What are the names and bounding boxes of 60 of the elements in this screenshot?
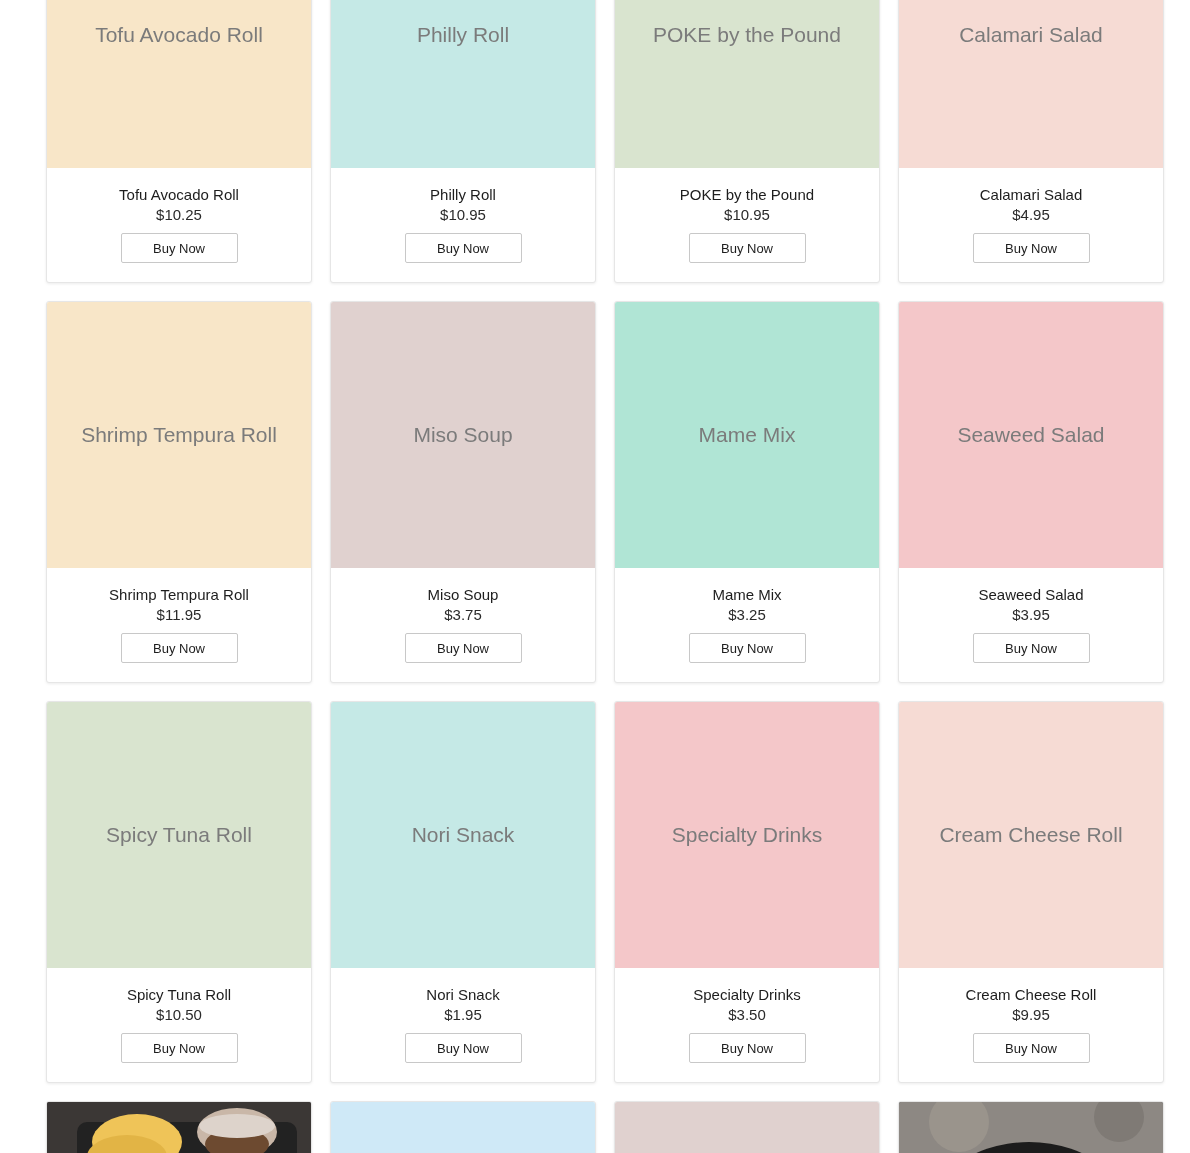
- placeholder-label: Seaweed Salad: [956, 423, 1106, 447]
- placeholder-label: Shrimp Tempura Roll: [80, 423, 278, 447]
- product-name: Miso Soup: [427, 585, 499, 605]
- buy-now-button[interactable]: Buy Now: [688, 1033, 806, 1063]
- buy-now-button[interactable]: Buy Now: [404, 1033, 522, 1063]
- product-name: Mame Mix: [712, 585, 782, 605]
- product-name: Nori Snack: [426, 985, 500, 1005]
- product-price: $3.95: [1012, 605, 1050, 625]
- placeholder-label: Specialty Drinks: [670, 823, 824, 847]
- product-card[interactable]: Nori Snack Nori Snack $1.95 Buy Now: [330, 701, 596, 1083]
- product-name: Spicy Tuna Roll: [126, 985, 232, 1005]
- product-card[interactable]: Miso Soup Miso Soup $3.75 Buy Now: [330, 301, 596, 683]
- product-card[interactable]: Seaweed Salad Seaweed Salad $3.95 Buy Now: [898, 301, 1164, 683]
- product-name: POKE by the Pound: [679, 185, 815, 205]
- placeholder-label: POKE by the Pound: [652, 23, 842, 47]
- buy-now-button[interactable]: Buy Now: [120, 633, 238, 663]
- product-card[interactable]: Tofu Avocado Roll Tofu Avocado Roll $10.25 Buy Now: [46, 0, 312, 283]
- product-card[interactable]: Philly Roll Philly Roll $10.95 Buy Now: [330, 0, 596, 283]
- buy-now-button[interactable]: Buy Now: [972, 233, 1090, 263]
- product-price: $3.50: [728, 1005, 766, 1025]
- product-price: $10.25: [156, 205, 202, 225]
- product-name: Calamari Salad: [979, 185, 1083, 205]
- product-card[interactable]: Calamari Salad Calamari Salad $4.95 Buy Now: [898, 0, 1164, 283]
- placeholder-label: Philly Roll: [415, 23, 511, 47]
- buy-now-button[interactable]: Buy Now: [404, 233, 522, 263]
- buy-now-button[interactable]: Buy Now: [972, 1033, 1090, 1063]
- product-price: $3.75: [444, 605, 482, 625]
- product-name: Seaweed Salad: [978, 585, 1084, 605]
- product-price: $1.95: [444, 1005, 482, 1025]
- product-name: Shrimp Tempura Roll: [109, 585, 249, 605]
- product-price: $11.95: [156, 605, 202, 625]
- product-price: $10.95: [724, 205, 770, 225]
- product-price: $9.95: [1012, 1005, 1050, 1025]
- placeholder-label: Mame Mix: [697, 423, 797, 447]
- product-card[interactable]: Cream Cheese Roll Cream Cheese Roll $9.95 Buy Now: [898, 701, 1164, 1083]
- product-name: Philly Roll: [430, 185, 496, 205]
- buy-now-button[interactable]: Buy Now: [688, 633, 806, 663]
- placeholder-label: Spicy Tuna Roll: [105, 823, 253, 847]
- product-price: $10.95: [440, 205, 486, 225]
- product-card[interactable]: POKE by the Pound POKE by the Pound $10.95 Buy Now: [614, 0, 880, 283]
- product-price: $10.50: [156, 1005, 202, 1025]
- buy-now-button[interactable]: Buy Now: [972, 633, 1090, 663]
- product-name: Specialty Drinks: [693, 985, 801, 1005]
- placeholder-label: Cream Cheese Roll: [938, 823, 1124, 847]
- buy-now-button[interactable]: Buy Now: [120, 233, 238, 263]
- buy-now-button[interactable]: Buy Now: [120, 1033, 238, 1063]
- placeholder-label: Nori Snack: [410, 823, 516, 847]
- product-card[interactable]: Shrimp Tempura Roll Shrimp Tempura Roll $11.95 Buy Now: [46, 301, 312, 683]
- buy-now-button[interactable]: Buy Now: [404, 633, 522, 663]
- product-name: Cream Cheese Roll: [965, 985, 1097, 1005]
- product-name: Tofu Avocado Roll: [119, 185, 239, 205]
- placeholder-label: Tofu Avocado Roll: [94, 23, 264, 47]
- product-card[interactable]: Specialty Drinks Specialty Drinks $3.50 Buy Now: [614, 701, 880, 1083]
- placeholder-label: Miso Soup: [412, 423, 514, 447]
- product-price: $4.95: [1012, 205, 1050, 225]
- buy-now-button[interactable]: Buy Now: [688, 233, 806, 263]
- product-price: $3.25: [728, 605, 766, 625]
- placeholder-label: Calamari Salad: [958, 23, 1104, 47]
- product-card[interactable]: Spicy Tuna Roll Spicy Tuna Roll $10.50 Buy Now: [46, 701, 312, 1083]
- product-card[interactable]: Mame Mix Mame Mix $3.25 Buy Now: [614, 301, 880, 683]
